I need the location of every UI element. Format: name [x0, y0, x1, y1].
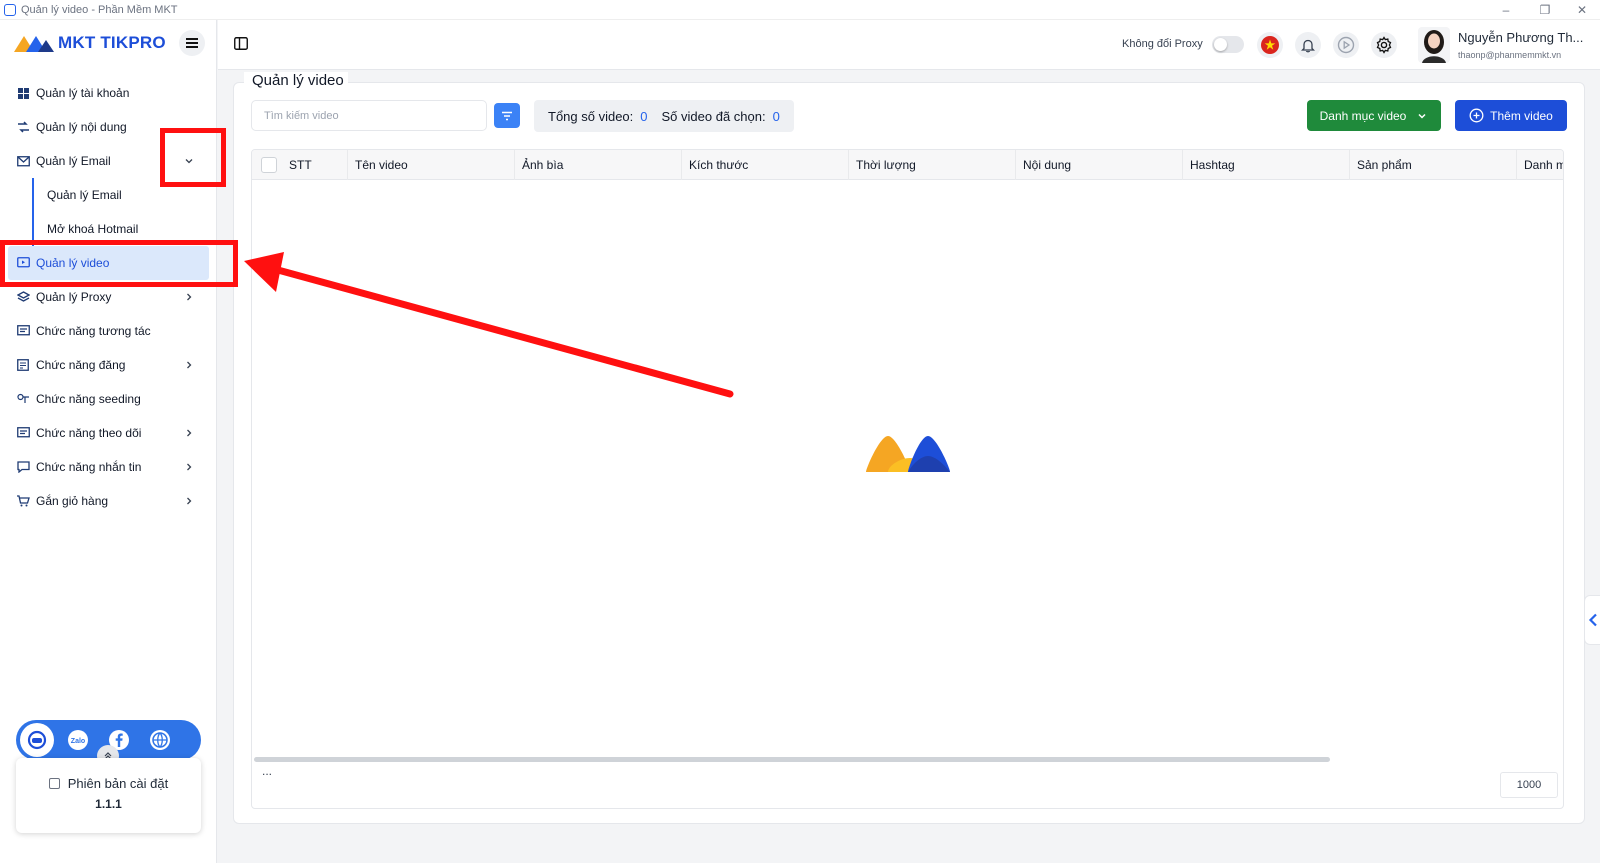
column-header-category[interactable]: Danh m: [1517, 150, 1563, 180]
menu-toggle-button[interactable]: [179, 30, 205, 56]
total-videos-label: Tổng số video:: [548, 108, 634, 124]
seeding-icon: [16, 392, 30, 406]
column-header-video-name[interactable]: Tên video: [348, 150, 515, 180]
version-card: Phiên bản cài đặt 1.1.1: [16, 758, 201, 833]
version-number: 1.1.1: [95, 797, 122, 811]
video-category-button[interactable]: Danh mục video: [1307, 100, 1441, 131]
total-videos-count: 0: [640, 108, 648, 124]
sidebar-item-label: Quản lý Proxy: [36, 290, 112, 304]
support-icon[interactable]: [20, 723, 54, 757]
brand-name: MKT TIKPRO: [58, 33, 166, 52]
sidebar-item-label: Quản lý tài khoản: [36, 86, 130, 100]
chevron-right-icon: [187, 361, 192, 369]
chevron-right-icon: [187, 463, 192, 471]
annotation-box-email-chevron: [160, 128, 226, 187]
sidebar-item-label: Chức năng tương tác: [36, 324, 151, 338]
hamburger-icon: [186, 38, 198, 48]
sidebar-item-label: Chức năng nhắn tin: [36, 460, 142, 474]
gear-icon[interactable]: [1371, 32, 1397, 58]
search-input[interactable]: [251, 100, 487, 131]
proxy-toggle-switch[interactable]: [1212, 36, 1244, 53]
page-size-select[interactable]: 1000: [1500, 772, 1558, 798]
column-header-hashtag[interactable]: Hashtag: [1183, 150, 1350, 180]
minimize-button[interactable]: –: [1488, 0, 1524, 20]
video-stats: Tổng số video: 0 Số video đã chọn: 0: [534, 100, 794, 132]
selected-videos-label: Số video đã chọn:: [661, 108, 766, 124]
sidebar-item-accounts[interactable]: Quản lý tài khoản: [0, 76, 217, 110]
chevron-right-icon: [187, 497, 192, 505]
post-icon: [16, 358, 30, 372]
plus-circle-icon: [1469, 108, 1484, 123]
message-icon: [16, 460, 30, 474]
email-icon: [16, 154, 30, 168]
sidebar-subitem-label: Mở khoá Hotmail: [47, 222, 139, 236]
play-circle-icon[interactable]: [1333, 32, 1359, 58]
horizontal-scrollbar[interactable]: [254, 757, 1330, 762]
sidebar-item-label: Gắn giỏ hàng: [36, 494, 109, 508]
sidebar-item-label: Quản lý Email: [36, 154, 111, 168]
column-header-duration[interactable]: Thời lượng: [849, 150, 1016, 180]
chevron-right-icon: [187, 293, 192, 301]
add-video-button[interactable]: Thêm video: [1455, 100, 1567, 131]
add-video-label: Thêm video: [1490, 108, 1553, 123]
user-email: thaonp@phanmemmkt.vn: [1458, 50, 1562, 60]
brand-logo[interactable]: MKT TIKPRO: [12, 32, 166, 54]
sidebar-item-label: Chức năng seeding: [36, 392, 141, 406]
close-button[interactable]: ✕: [1564, 0, 1600, 20]
window-titlebar: Quản lý video - Phần Mềm MKT – ❐ ✕: [0, 0, 1600, 20]
sidebar-item-label: Quản lý nội dung: [36, 120, 127, 134]
chevron-left-icon: [1588, 613, 1597, 627]
grid-icon: [16, 86, 30, 100]
chevron-down-icon: [1418, 113, 1426, 119]
language-vn-flag-icon[interactable]: [1257, 32, 1283, 58]
sidebar-item-post[interactable]: Chức năng đăng: [0, 348, 217, 382]
sidebar-subitem-label: Quản lý Email: [47, 188, 122, 202]
restore-button[interactable]: ❐: [1527, 0, 1563, 20]
side-panel-toggle[interactable]: [1584, 595, 1600, 645]
loading-logo-icon: [866, 436, 950, 472]
window-title: Quản lý video - Phần Mềm MKT: [21, 3, 178, 16]
proxy-toggle-label: Không đổi Proxy: [1122, 38, 1203, 50]
column-header-content[interactable]: Nội dung: [1016, 150, 1183, 180]
chevron-right-icon: [187, 429, 192, 437]
sidebar-item-seeding[interactable]: Chức năng seeding: [0, 382, 217, 416]
selected-videos-count: 0: [772, 108, 780, 124]
video-category-label: Danh mục video: [1319, 108, 1407, 123]
sidebar-item-interaction[interactable]: Chức năng tương tác: [0, 314, 217, 348]
video-table: STT Tên video Ảnh bìa Kích thước Thời lư…: [251, 149, 1564, 809]
filter-button[interactable]: [494, 103, 520, 128]
sidebar-item-label: Chức năng theo dõi: [36, 426, 142, 440]
proxy-icon: [16, 290, 30, 304]
sidebar-item-cart[interactable]: Gắn giỏ hàng: [0, 484, 217, 518]
version-icon: [48, 778, 60, 789]
avatar[interactable]: [1418, 27, 1450, 63]
column-header-product[interactable]: Sản phẩm: [1350, 150, 1517, 180]
content-icon: [16, 120, 30, 134]
zalo-icon[interactable]: Zalo: [61, 723, 95, 757]
version-label: Phiên bản cài đặt: [67, 776, 169, 791]
app-icon: [4, 3, 16, 16]
globe-icon[interactable]: [143, 723, 177, 757]
table-header: STT Tên video Ảnh bìa Kích thước Thời lư…: [252, 150, 1563, 180]
panel-toggle-icon[interactable]: [234, 37, 248, 55]
annotation-box-video-menu: [0, 240, 238, 287]
zalo-text: Zalo: [71, 738, 85, 745]
table-footer-ellipsis: ...: [262, 764, 273, 778]
top-header: Không đổi Proxy Nguyễn Phương Th... thao…: [218, 20, 1600, 70]
select-all-checkbox[interactable]: [261, 157, 277, 173]
sidebar-item-label: Chức năng đăng: [36, 358, 126, 372]
column-header-stt[interactable]: STT: [282, 150, 348, 180]
cart-icon: [16, 494, 30, 508]
page-title: Quản lý video: [244, 72, 348, 89]
sidebar-item-message[interactable]: Chức năng nhắn tin: [0, 450, 217, 484]
filter-icon: [502, 111, 512, 120]
column-header-size[interactable]: Kích thước: [682, 150, 849, 180]
follow-icon: [16, 426, 30, 440]
sidebar-item-follow[interactable]: Chức năng theo dõi: [0, 416, 217, 450]
user-name[interactable]: Nguyễn Phương Th...: [1458, 30, 1588, 45]
interact-icon: [16, 324, 30, 338]
bell-icon[interactable]: [1295, 32, 1321, 58]
mkt-logo-icon: [14, 36, 54, 52]
column-header-cover[interactable]: Ảnh bìa: [515, 150, 682, 180]
